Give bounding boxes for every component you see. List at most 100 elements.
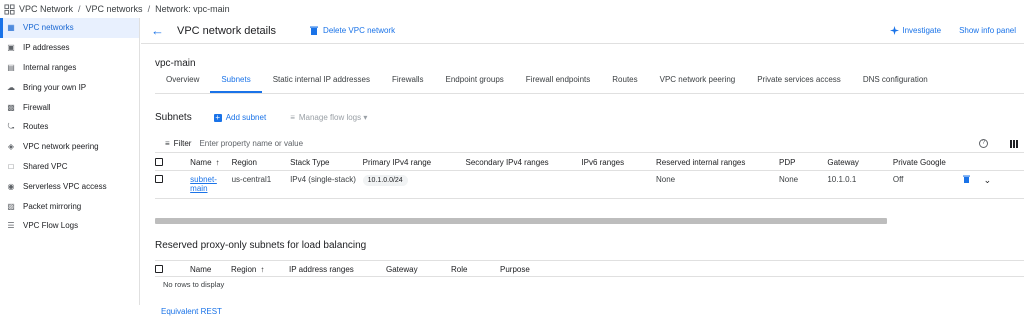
- column-header[interactable]: Name: [177, 260, 231, 277]
- sidebar-item-label: VPC Flow Logs: [23, 221, 79, 231]
- gateway-cell: 10.1.0.1: [827, 170, 893, 199]
- breadcrumb-vpc-networks[interactable]: VPC networks: [86, 4, 143, 14]
- show-info-panel-button[interactable]: Show info panel: [959, 26, 1016, 35]
- column-header[interactable]: Secondary IPv4 ranges: [465, 154, 582, 171]
- flow-logs-icon: ☰: [7, 221, 15, 231]
- column-header[interactable]: Reserved internal ranges: [656, 154, 779, 171]
- sidebar-item-firewall[interactable]: ▩ Firewall: [0, 97, 139, 117]
- breadcrumb-bar: VPC Network / VPC networks / Network: vp…: [0, 0, 1024, 18]
- table-header-row: Name Region ↑ IP address ranges Gateway R…: [155, 260, 1024, 277]
- sparkle-icon: [890, 26, 900, 35]
- row-checkbox[interactable]: [155, 174, 163, 183]
- sort-up-arrow-icon: ↑: [215, 158, 220, 167]
- column-header[interactable]: Region: [231, 154, 291, 171]
- sidebar-item-ip-addresses[interactable]: ▣ IP addresses: [0, 38, 139, 58]
- tab-dns-configuration[interactable]: DNS configuration: [852, 75, 939, 93]
- ip-addresses-icon: ▣: [7, 43, 15, 53]
- subnets-heading: Subnets: [155, 112, 192, 123]
- sidebar-item-routes[interactable]: ⤿ Routes: [0, 117, 139, 137]
- sidebar-item-shared-vpc[interactable]: □ Shared VPC: [0, 157, 139, 177]
- shared-vpc-icon: □: [8, 161, 14, 171]
- stack-type-cell: IPv4 (single-stack): [290, 170, 363, 199]
- private-google-cell: Off: [892, 170, 964, 199]
- column-header[interactable]: Gateway: [827, 154, 893, 171]
- tab-subnets[interactable]: Subnets: [210, 75, 262, 93]
- sidebar-item-label: Shared VPC: [23, 161, 68, 171]
- tab-private-services-access[interactable]: Private services access: [746, 75, 852, 93]
- filter-label: Filter: [173, 139, 192, 148]
- sidebar-item-label: Internal ranges: [23, 62, 77, 72]
- sidebar-item-label: Packet mirroring: [23, 201, 82, 211]
- breadcrumb-separator: /: [147, 4, 151, 14]
- table-row: subnet-main us-central1 IPv4 (single-sta…: [155, 170, 1024, 199]
- column-header[interactable]: IP address ranges: [289, 260, 386, 277]
- tab-bar: Overview Subnets Static internal IP addres…: [155, 75, 939, 93]
- sidebar-item-label: Firewall: [23, 102, 51, 112]
- column-header[interactable]: IPv6 ranges: [581, 154, 656, 171]
- tab-overview[interactable]: Overview: [155, 75, 210, 93]
- column-header[interactable]: Gateway: [386, 260, 451, 277]
- header-actions: Investigate Show info panel: [890, 26, 1024, 35]
- internal-ranges-icon: ▤: [7, 62, 15, 72]
- manage-flow-logs-button[interactable]: ≡ Manage flow logs ▾: [290, 113, 367, 122]
- column-header[interactable]: Purpose: [500, 260, 1024, 277]
- delete-subnet-icon[interactable]: [963, 175, 971, 183]
- add-subnet-label: Add subnet: [225, 113, 267, 122]
- column-header[interactable]: Primary IPv4 range: [362, 154, 466, 171]
- select-all-checkbox[interactable]: [155, 158, 163, 166]
- filter-input[interactable]: Enter property name or value: [199, 139, 303, 148]
- column-header[interactable]: Role: [451, 260, 500, 277]
- expand-row-chevron-icon[interactable]: ⌄: [984, 175, 992, 185]
- sidebar-item-vpc-network-peering[interactable]: ◈ VPC network peering: [0, 137, 139, 157]
- vpc-network-icon: [4, 3, 15, 15]
- peering-icon: ◈: [7, 142, 15, 152]
- column-header[interactable]: Private Google: [892, 154, 964, 171]
- column-header[interactable]: Name ↑: [177, 154, 232, 171]
- sidebar-item-vpc-networks[interactable]: ▦ VPC networks: [0, 18, 139, 38]
- serverless-icon: ◉: [7, 181, 15, 191]
- main-content: ← VPC network details Delete VPC network…: [141, 18, 1024, 316]
- investigate-button[interactable]: Investigate: [890, 26, 941, 35]
- vpc-networks-icon: ▦: [7, 23, 15, 33]
- routes-icon: ⤿: [7, 121, 15, 131]
- reserved-proxy-heading: Reserved proxy-only subnets for load bal…: [155, 240, 367, 251]
- table-header-row: Name ↑ Region Stack Type Primary IPv4 ran…: [155, 154, 1024, 171]
- column-header[interactable]: Stack Type: [290, 154, 363, 171]
- sidebar: ▦ VPC networks ▣ IP addresses ▤ Internal rang…: [0, 18, 140, 305]
- delete-network-button[interactable]: Delete VPC network: [310, 26, 395, 35]
- sidebar-item-label: VPC networks: [23, 23, 74, 33]
- tab-firewalls[interactable]: Firewalls: [381, 75, 435, 93]
- subnet-name-link[interactable]: subnet-main: [190, 175, 217, 193]
- sidebar-item-packet-mirroring[interactable]: ▨ Packet mirroring: [0, 196, 139, 216]
- sidebar-item-serverless-vpc-access[interactable]: ◉ Serverless VPC access: [0, 176, 139, 196]
- sidebar-item-bring-your-own-ip[interactable]: ☁ Bring your own IP: [0, 77, 139, 97]
- tab-firewall-endpoints[interactable]: Firewall endpoints: [515, 75, 601, 93]
- sidebar-item-internal-ranges[interactable]: ▤ Internal ranges: [0, 58, 139, 78]
- equivalent-rest-link[interactable]: Equivalent REST: [161, 307, 222, 316]
- investigate-label: Investigate: [902, 26, 942, 35]
- add-subnet-button[interactable]: + Add subnet: [213, 113, 267, 122]
- trash-icon: [310, 26, 319, 35]
- manage-flow-logs-label: Manage flow logs: [298, 113, 362, 122]
- tab-endpoint-groups[interactable]: Endpoint groups: [435, 75, 515, 93]
- column-header[interactable]: PDP: [778, 154, 828, 171]
- column-display-icon[interactable]: [1010, 139, 1018, 148]
- subnets-table: Name ↑ Region Stack Type Primary IPv4 ran…: [155, 154, 1024, 199]
- back-arrow-icon[interactable]: ←: [151, 23, 165, 38]
- breadcrumb-separator: /: [78, 4, 81, 14]
- tab-vpc-network-peering[interactable]: VPC network peering: [649, 75, 747, 93]
- byoip-icon: ☁: [7, 82, 15, 92]
- sidebar-item-label: Routes: [23, 122, 49, 132]
- tab-static-internal-ip-addresses[interactable]: Static internal IP addresses: [262, 75, 381, 93]
- breadcrumb-root[interactable]: VPC Network: [19, 4, 73, 14]
- secondary-range-cell: [465, 170, 582, 199]
- help-icon[interactable]: ?: [979, 139, 988, 148]
- sidebar-item-label: Serverless VPC access: [23, 181, 107, 191]
- sidebar-item-vpc-flow-logs[interactable]: ☰ VPC Flow Logs: [0, 216, 139, 236]
- network-name: vpc-main: [155, 58, 196, 69]
- select-all-checkbox[interactable]: [155, 265, 163, 273]
- column-header[interactable]: Region ↑: [231, 260, 289, 277]
- horizontal-scrollbar[interactable]: [155, 218, 887, 224]
- tab-routes[interactable]: Routes: [601, 75, 648, 93]
- empty-table-message: No rows to display: [163, 280, 225, 289]
